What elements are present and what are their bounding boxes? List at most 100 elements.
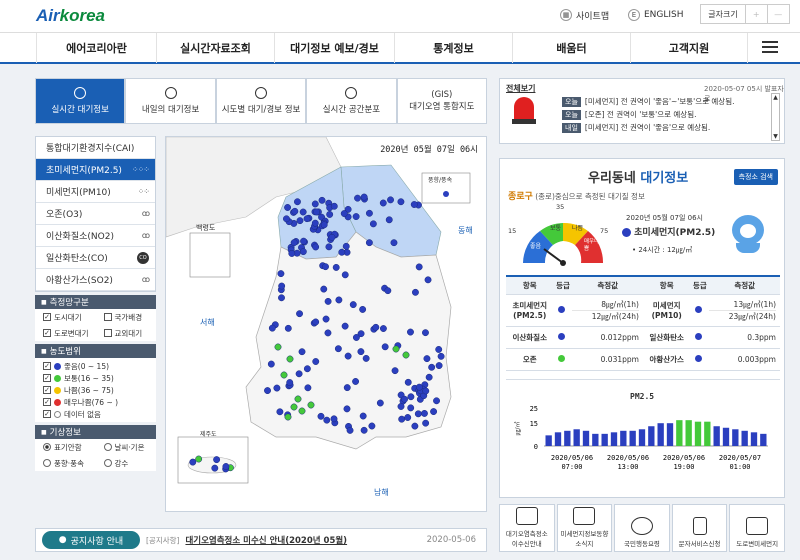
pm25-bar[interactable] [629, 430, 636, 446]
station-marker[interactable] [222, 463, 230, 470]
station-marker[interactable] [424, 276, 432, 284]
pm25-bar[interactable] [722, 427, 730, 446]
pm25-bar[interactable] [610, 432, 618, 446]
station-marker[interactable] [398, 415, 406, 423]
station-map[interactable]: 2020년 05월 07일 06시 풍향/풍속 백령도 동해 서해 제주도 남해 [165, 136, 487, 512]
pm25-bar[interactable] [554, 432, 562, 446]
station-marker[interactable] [343, 405, 351, 413]
gnb-about[interactable]: 에어코리아란 [36, 33, 156, 63]
station-marker[interactable] [381, 343, 389, 351]
station-marker[interactable] [330, 202, 338, 210]
station-marker[interactable] [322, 263, 329, 271]
station-marker[interactable] [311, 219, 319, 227]
station-marker[interactable] [379, 199, 387, 207]
checkbox-suburban[interactable]: 교외대기 [96, 327, 157, 339]
alert-scroller[interactable]: ▲ ▼ [771, 93, 780, 141]
tab-realtime[interactable]: 실시간 대기정보 [35, 78, 126, 124]
station-marker[interactable] [384, 287, 392, 295]
station-marker[interactable] [330, 415, 338, 423]
station-marker[interactable] [294, 395, 302, 403]
station-marker[interactable] [365, 209, 373, 217]
station-marker[interactable] [320, 285, 328, 293]
pm25-bar[interactable] [582, 430, 590, 446]
station-marker[interactable] [312, 358, 320, 365]
menu-cai[interactable]: 통합대기환경지수(CAI) [36, 137, 155, 159]
station-marker[interactable] [288, 250, 296, 257]
station-marker[interactable] [296, 310, 303, 318]
station-search-button[interactable]: 측정소 검색 [733, 169, 778, 185]
station-marker[interactable] [278, 294, 285, 302]
station-marker[interactable] [298, 407, 306, 415]
gnb-learning[interactable]: 배움터 [512, 33, 630, 63]
checkbox-no-data[interactable]: ✓ 데이터 없음 [35, 408, 156, 420]
station-marker[interactable] [397, 198, 405, 206]
station-marker[interactable] [320, 221, 328, 229]
station-marker[interactable] [277, 270, 285, 278]
station-marker[interactable] [407, 404, 415, 412]
gnb-forecast[interactable]: 대기정보 예보/경보 [274, 33, 394, 63]
station-marker[interactable] [435, 346, 443, 353]
scroll-down-icon[interactable]: ▼ [773, 133, 778, 140]
station-marker[interactable] [313, 208, 321, 216]
station-marker[interactable] [422, 419, 430, 427]
checkbox-very-bad[interactable]: ✓ 매우나쁨(76 ~ ) [35, 396, 156, 408]
station-marker[interactable] [211, 464, 219, 472]
station-marker[interactable] [437, 352, 445, 360]
menu-o3[interactable]: 오존(O3) ꝏ [36, 203, 155, 225]
sitemap-link[interactable]: ▦ 사이트맵 [560, 7, 609, 23]
pm25-bar[interactable] [750, 432, 758, 446]
station-marker[interactable] [362, 354, 370, 362]
menu-no2[interactable]: 이산화질소(NO2) ꝏ [36, 225, 155, 247]
pm25-bar[interactable] [620, 430, 627, 446]
station-marker[interactable] [295, 370, 303, 378]
tab-regional[interactable]: 시도별 대기/경보 정보 [215, 78, 307, 124]
station-marker[interactable] [334, 345, 342, 353]
station-marker[interactable] [414, 410, 422, 418]
station-marker[interactable] [322, 315, 330, 323]
quick-sms[interactable]: 문자서비스신청 [671, 504, 728, 552]
pm25-bar[interactable] [666, 423, 674, 446]
gnb-statistics[interactable]: 통계정보 [394, 33, 512, 63]
checkbox-good[interactable]: ✓ 좋음(0 ~ 15) [35, 360, 156, 372]
station-marker[interactable] [189, 458, 197, 466]
station-marker[interactable] [435, 362, 443, 370]
station-marker[interactable] [404, 378, 412, 386]
station-marker[interactable] [352, 334, 360, 341]
station-marker[interactable] [304, 384, 312, 392]
station-marker[interactable] [284, 413, 292, 421]
station-marker[interactable] [312, 318, 320, 326]
station-marker[interactable] [372, 323, 380, 331]
station-marker[interactable] [433, 397, 440, 405]
menu-pm25[interactable]: 초미세먼지(PM2.5) ⁘⁘⁘ [36, 159, 155, 181]
station-marker[interactable] [299, 208, 307, 216]
station-marker[interactable] [294, 198, 301, 206]
pm25-bar[interactable] [760, 433, 767, 446]
station-marker[interactable] [311, 200, 319, 208]
station-marker[interactable] [415, 263, 423, 271]
pm25-bar[interactable] [713, 426, 720, 446]
quick-station-notice[interactable]: 대기오염측정소 이수신안내 [499, 504, 555, 552]
notice-button[interactable]: ● 공지사항 안내 [42, 531, 140, 549]
airkorea-logo[interactable]: Airkorea [36, 6, 105, 26]
station-marker[interactable] [300, 237, 308, 245]
notice-title-link[interactable]: 대기오염측정소 미수신 안내(2020년 05월) [185, 534, 347, 546]
checkbox-urban[interactable]: ✓ 도시대기 [35, 311, 96, 323]
english-link[interactable]: E ENGLISH [628, 7, 684, 23]
station-marker[interactable] [298, 348, 306, 356]
station-marker[interactable] [344, 352, 352, 360]
station-marker[interactable] [325, 243, 333, 251]
station-marker[interactable] [359, 412, 367, 420]
station-marker[interactable] [365, 239, 373, 247]
gnb-realtime[interactable]: 실시간자료조회 [156, 33, 274, 63]
pm25-bar[interactable] [601, 433, 608, 446]
station-marker[interactable] [284, 324, 292, 332]
station-marker[interactable] [411, 288, 419, 296]
station-marker[interactable] [379, 325, 387, 332]
menu-so2[interactable]: 아황산가스(SO2) ꝏ [36, 269, 155, 291]
pm25-bar[interactable] [545, 435, 552, 446]
station-marker[interactable] [323, 416, 331, 424]
station-marker[interactable] [397, 403, 405, 410]
station-marker[interactable] [317, 412, 325, 420]
station-marker[interactable] [290, 403, 298, 411]
radio-weather[interactable]: 날씨·기온 [96, 441, 157, 453]
